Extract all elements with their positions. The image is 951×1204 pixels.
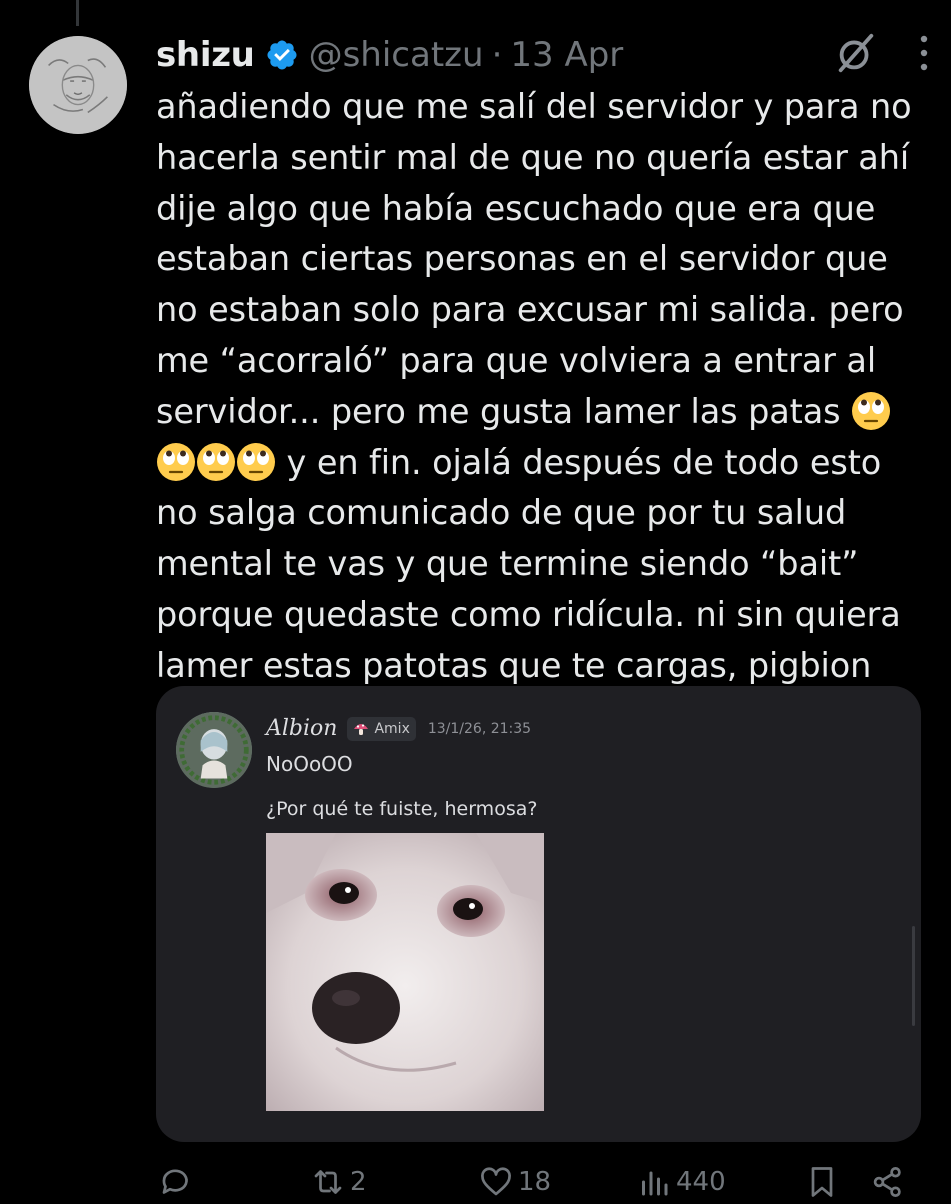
rolling-eyes-emoji-icon [237, 442, 275, 481]
embedded-author-name: Albion [266, 716, 338, 741]
like-count: 18 [518, 1167, 552, 1197]
thread-connector-line [76, 0, 79, 26]
server-tag-label: Amix [374, 720, 410, 737]
repost-action[interactable]: 2 [310, 1164, 367, 1200]
embedded-scrollbar [912, 926, 915, 1026]
tweet-text: añadiendo que me salí del servidor y par… [156, 82, 926, 692]
attached-screenshot[interactable]: Albion Amix 13/1/26, 21:35 NoOoOO ¿Por q… [156, 686, 921, 1142]
share-icon [873, 1167, 901, 1197]
grok-icon[interactable] [833, 30, 879, 76]
tweet-text-part-1: añadiendo que me salí del servidor y par… [156, 87, 923, 431]
reply-icon [162, 1169, 188, 1194]
tweet-header-icons [833, 30, 931, 76]
view-count: 440 [676, 1167, 726, 1197]
like-action[interactable]: 18 [478, 1164, 551, 1200]
views-action[interactable]: 440 [636, 1164, 726, 1200]
repost-icon [314, 1170, 342, 1194]
avatar-art-icon [176, 712, 252, 788]
repost-count: 2 [350, 1167, 367, 1197]
crying-dog-image [266, 833, 544, 1111]
embedded-message-header: Albion Amix 13/1/26, 21:35 [266, 716, 531, 741]
embedded-author-avatar [176, 712, 252, 788]
embedded-timestamp: 13/1/26, 21:35 [427, 720, 532, 737]
more-options-icon[interactable] [917, 33, 931, 73]
rolling-eyes-emoji-icon [197, 442, 235, 481]
user-handle[interactable]: @shicatzu [309, 35, 484, 75]
analytics-icon [642, 1171, 668, 1196]
heart-icon [481, 1167, 511, 1196]
avatar-sketch-icon [29, 36, 127, 134]
header-separator: · [491, 35, 503, 75]
bookmark-action[interactable] [804, 1164, 844, 1200]
tweet-actions-bar: 2 18 440 [156, 1164, 916, 1204]
user-avatar[interactable] [29, 36, 127, 134]
embedded-message-line-1: NoOoOO [266, 752, 353, 776]
rolling-eyes-emoji-icon [157, 442, 195, 481]
tweet-header: shizu @shicatzu · 13 Apr [156, 30, 623, 80]
bookmark-icon [811, 1167, 833, 1197]
server-tag-badge: Amix [347, 716, 416, 741]
display-name[interactable]: shizu [156, 35, 255, 75]
rolling-eyes-emoji-icon [852, 391, 891, 430]
share-action[interactable] [870, 1164, 910, 1200]
crying-dog-picture [266, 833, 544, 1111]
reply-action[interactable] [158, 1164, 198, 1200]
embedded-message-line-2: ¿Por qué te fuiste, hermosa? [266, 798, 538, 820]
mushroom-icon [354, 723, 369, 735]
verified-badge-icon [267, 40, 297, 70]
tweet-date[interactable]: 13 Apr [510, 35, 623, 75]
